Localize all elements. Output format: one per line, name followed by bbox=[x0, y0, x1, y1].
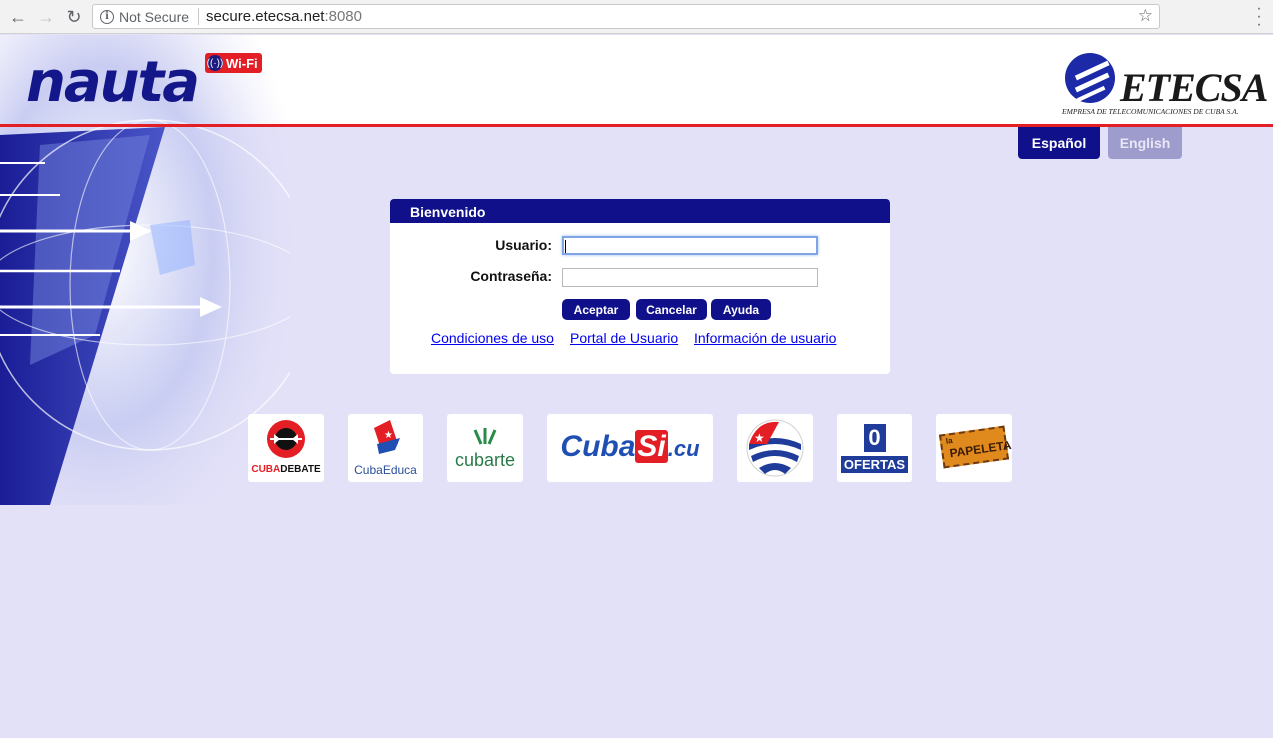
ofertas-zero-wrap: 0 bbox=[837, 424, 912, 452]
ofertas-label-wrap: OFERTAS bbox=[837, 456, 912, 474]
text-caret bbox=[565, 240, 566, 253]
bookmark-star-icon[interactable]: ☆ bbox=[1138, 6, 1153, 26]
wifi-antenna-icon: ((·)) bbox=[207, 55, 223, 71]
cubarte-logo-icon bbox=[473, 428, 497, 445]
login-panel: Bienvenido Usuario: Contraseña: Aceptar … bbox=[390, 199, 890, 374]
tile-cuba-flag[interactable]: ★ bbox=[737, 414, 813, 482]
svg-text:★: ★ bbox=[754, 431, 765, 445]
cubasi-logo-cuba: Cuba bbox=[560, 430, 636, 463]
ofertas-zero: 0 bbox=[863, 424, 886, 452]
url-host: secure.etecsa.net bbox=[206, 8, 325, 25]
terms-of-use-link[interactable]: Condiciones de uso bbox=[431, 330, 554, 346]
address-separator bbox=[198, 8, 200, 25]
tile-ofertas[interactable]: 0 OFERTAS bbox=[837, 414, 912, 482]
cubaeduca-label: CubaEduca bbox=[354, 463, 417, 477]
password-input[interactable] bbox=[562, 268, 818, 287]
cubadebate-label-cuba: CUBA bbox=[251, 464, 281, 475]
back-arrow-icon[interactable]: ← bbox=[7, 6, 29, 28]
cubadebate-label-debate: DEBATE bbox=[280, 464, 321, 475]
user-info-link[interactable]: Información de usuario bbox=[694, 330, 836, 346]
etecsa-tagline: EMPRESA DE TELECOMUNICACIONES DE CUBA S.… bbox=[1062, 107, 1239, 116]
wifi-badge: ((·)) Wi-Fi bbox=[205, 53, 262, 73]
tile-la-papeleta[interactable]: la PAPELETA bbox=[936, 414, 1012, 482]
nauta-logo: nauta bbox=[26, 50, 200, 115]
cubasi-logo-si: Si bbox=[635, 430, 668, 463]
user-portal-link[interactable]: Portal de Usuario bbox=[570, 330, 678, 346]
svg-text:★: ★ bbox=[384, 430, 393, 441]
browser-menu-icon[interactable]: · · · bbox=[1253, 1, 1265, 33]
url-port: :8080 bbox=[324, 8, 362, 25]
wifi-badge-label: Wi-Fi bbox=[226, 55, 258, 71]
username-label: Usuario: bbox=[495, 237, 552, 253]
forward-arrow-icon[interactable]: → bbox=[35, 6, 57, 28]
ofertas-label: OFERTAS bbox=[840, 456, 909, 473]
info-icon[interactable]: i bbox=[100, 9, 114, 24]
etecsa-logo: ETECSA EMPRESA DE TELECOMUNICACIONES DE … bbox=[1062, 50, 1268, 120]
cubadebate-label: CUBADEBATE bbox=[248, 464, 324, 475]
help-button[interactable]: Ayuda bbox=[711, 299, 771, 320]
browser-toolbar: ← → ↻ i Not Secure secure.etecsa.net:808… bbox=[0, 0, 1273, 34]
cancel-button[interactable]: Cancelar bbox=[636, 299, 707, 320]
papeleta-label: PAPELETA bbox=[948, 437, 1012, 461]
tile-cubasi[interactable]: CubaSi.cu bbox=[547, 414, 713, 482]
password-label: Contraseña: bbox=[470, 268, 552, 284]
language-english-button[interactable]: English bbox=[1108, 127, 1182, 159]
papeleta-ticket: la PAPELETA bbox=[938, 425, 1012, 469]
username-input[interactable] bbox=[562, 236, 818, 255]
language-spanish-button[interactable]: Español bbox=[1018, 127, 1100, 159]
url-text[interactable]: secure.etecsa.net:8080 bbox=[206, 8, 362, 25]
reload-icon[interactable]: ↻ bbox=[63, 6, 85, 28]
tile-cubadebate[interactable]: CUBADEBATE bbox=[248, 414, 324, 482]
accept-button[interactable]: Aceptar bbox=[562, 299, 630, 320]
tile-cubarte[interactable]: cubarte bbox=[447, 414, 523, 482]
etecsa-wordmark: ETECSA bbox=[1120, 65, 1268, 110]
login-panel-title: Bienvenido bbox=[390, 199, 890, 223]
papeleta-label-la: la bbox=[945, 435, 954, 446]
security-label[interactable]: Not Secure bbox=[119, 9, 189, 25]
cubasi-logo-domain: .cu bbox=[667, 436, 700, 461]
address-bar[interactable]: i Not Secure secure.etecsa.net:8080 ☆ bbox=[92, 4, 1160, 29]
cubasi-logo: CubaSi.cu bbox=[547, 430, 713, 464]
cubarte-label: cubarte bbox=[454, 450, 516, 470]
cuba-flag-globe-icon: ★ bbox=[746, 419, 804, 477]
etecsa-emblem-icon bbox=[1065, 53, 1115, 103]
tile-cubaeduca[interactable]: ★ CubaEduca bbox=[348, 414, 423, 482]
